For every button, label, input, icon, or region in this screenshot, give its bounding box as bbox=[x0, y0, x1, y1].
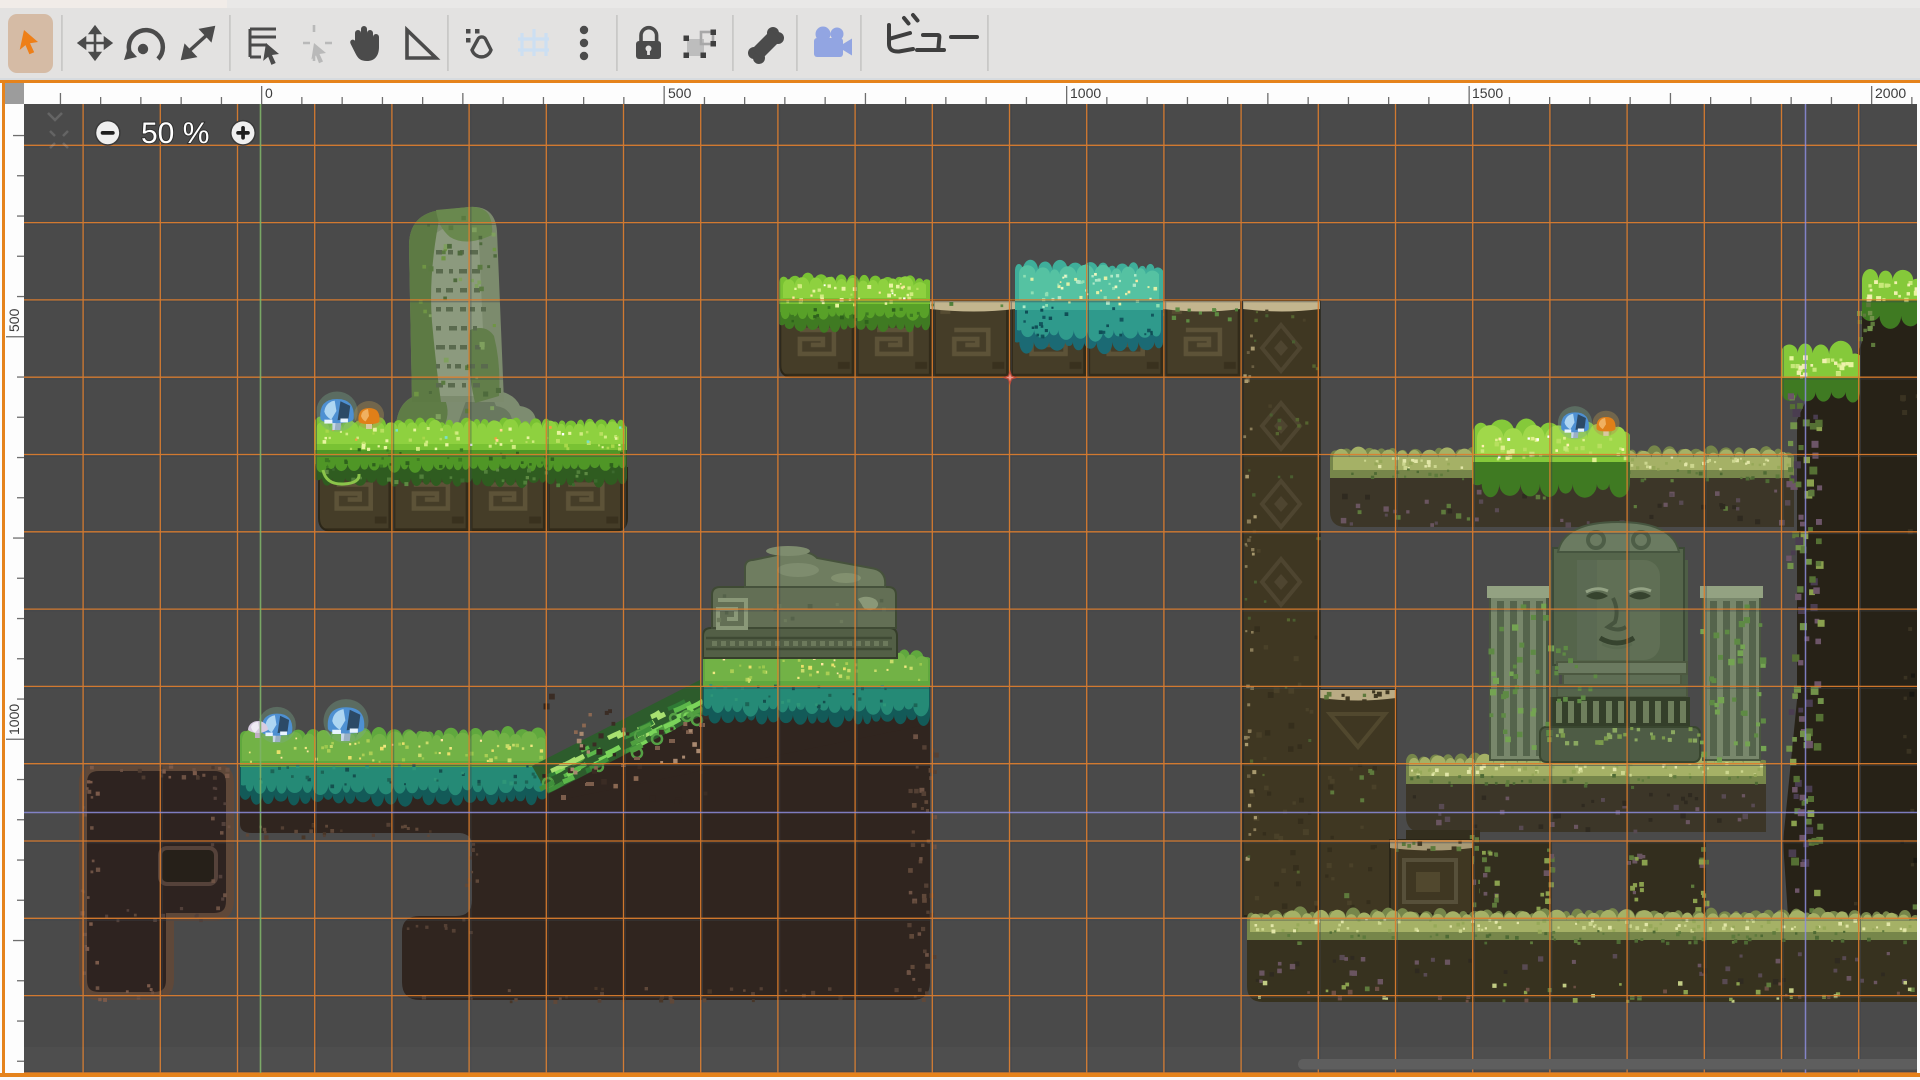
svg-text:500: 500 bbox=[6, 308, 22, 332]
svg-text:1000: 1000 bbox=[1070, 85, 1101, 101]
svg-text:1500: 1500 bbox=[1472, 85, 1503, 101]
svg-text:2000: 2000 bbox=[1875, 85, 1906, 101]
svg-text:500: 500 bbox=[668, 85, 692, 101]
svg-text:1000: 1000 bbox=[6, 704, 22, 735]
svg-text:50 %: 50 % bbox=[141, 117, 209, 150]
svg-text:0: 0 bbox=[265, 85, 273, 101]
